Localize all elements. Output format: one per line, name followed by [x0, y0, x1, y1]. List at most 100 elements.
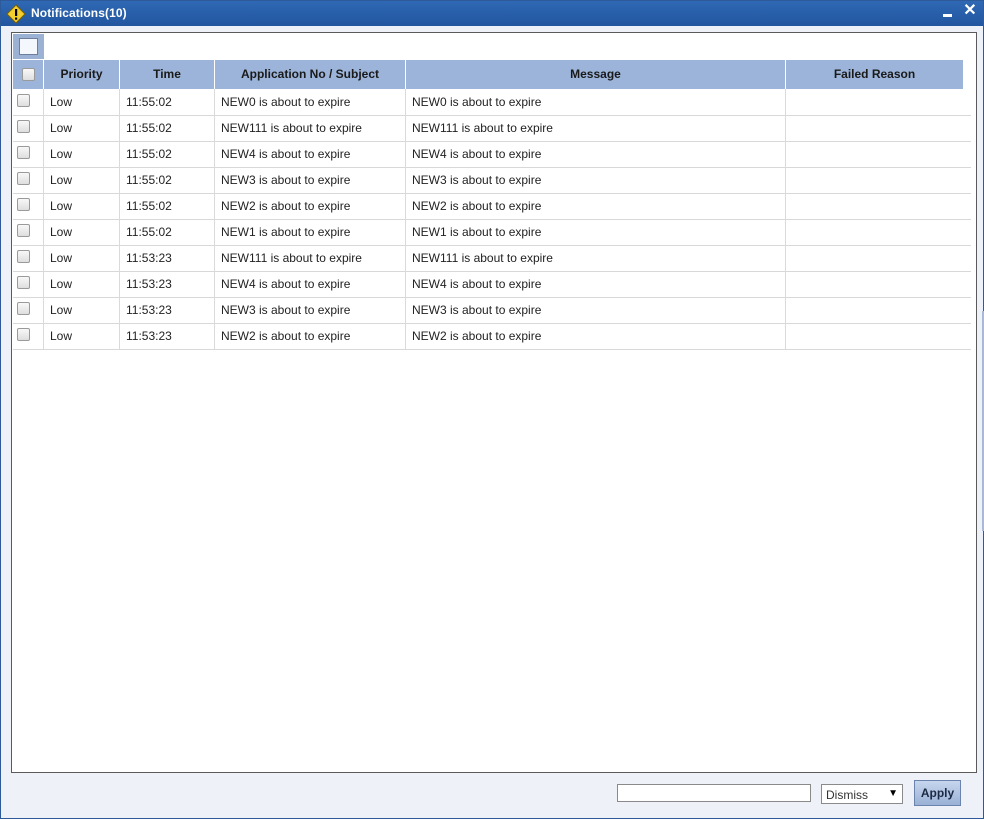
- cell-time: 11:53:23: [120, 323, 215, 349]
- row-checkbox[interactable]: [17, 172, 30, 185]
- cell-time: 11:55:02: [120, 167, 215, 193]
- cell-checkbox: [13, 219, 44, 245]
- notifications-window: Notifications(10) ✕ Priority Time Applic…: [0, 0, 984, 819]
- row-checkbox[interactable]: [17, 276, 30, 289]
- cell-failed-reason: [786, 89, 971, 115]
- cell-priority: Low: [44, 141, 120, 167]
- cell-failed-reason: [786, 323, 971, 349]
- cell-subject: NEW4 is about to expire: [215, 271, 406, 297]
- cell-priority: Low: [44, 323, 120, 349]
- select-all-toggle[interactable]: [19, 38, 38, 55]
- row-checkbox[interactable]: [17, 328, 30, 341]
- cell-time: 11:55:02: [120, 193, 215, 219]
- cell-time: 11:53:23: [120, 245, 215, 271]
- row-checkbox[interactable]: [17, 250, 30, 263]
- cell-subject: NEW111 is about to expire: [215, 115, 406, 141]
- cell-subject: NEW1 is about to expire: [215, 219, 406, 245]
- cell-checkbox: [13, 89, 44, 115]
- table-row[interactable]: Low 11:53:23 NEW4 is about to expire NEW4 i…: [13, 271, 971, 298]
- window-title: Notifications(10): [31, 6, 127, 20]
- notifications-panel: Priority Time Application No / Subject M…: [11, 32, 977, 773]
- header-subject[interactable]: Application No / Subject: [215, 60, 406, 89]
- cell-time: 11:55:02: [120, 219, 215, 245]
- cell-checkbox: [13, 245, 44, 271]
- cell-priority: Low: [44, 89, 120, 115]
- table-row[interactable]: Low 11:55:02 NEW3 is about to expire NEW3 i…: [13, 167, 971, 194]
- table-row[interactable]: Low 11:55:02 NEW111 is about to expire NEW1…: [13, 115, 971, 142]
- table-row[interactable]: Low 11:55:02 NEW2 is about to expire NEW2 i…: [13, 193, 971, 220]
- row-checkbox[interactable]: [17, 302, 30, 315]
- table-row[interactable]: Low 11:55:02 NEW4 is about to expire NEW4 i…: [13, 141, 971, 168]
- action-select-value: Dismiss: [826, 788, 868, 802]
- cell-checkbox: [13, 297, 44, 323]
- cell-priority: Low: [44, 271, 120, 297]
- cell-message: NEW3 is about to expire: [406, 297, 786, 323]
- header-message[interactable]: Message: [406, 60, 786, 89]
- cell-message: NEW3 is about to expire: [406, 167, 786, 193]
- cell-failed-reason: [786, 245, 971, 271]
- cell-failed-reason: [786, 193, 971, 219]
- action-select[interactable]: Dismiss ▼: [821, 784, 903, 804]
- cell-time: 11:55:02: [120, 115, 215, 141]
- cell-checkbox: [13, 323, 44, 349]
- header-checkbox[interactable]: [22, 68, 35, 81]
- cell-subject: NEW2 is about to expire: [215, 193, 406, 219]
- cell-message: NEW111 is about to expire: [406, 115, 786, 141]
- row-checkbox[interactable]: [17, 94, 30, 107]
- cell-subject: NEW3 is about to expire: [215, 297, 406, 323]
- table-row[interactable]: Low 11:53:23 NEW2 is about to expire NEW2 i…: [13, 323, 971, 350]
- cell-message: NEW4 is about to expire: [406, 141, 786, 167]
- cell-subject: NEW0 is about to expire: [215, 89, 406, 115]
- cell-failed-reason: [786, 141, 971, 167]
- minimize-button[interactable]: [941, 4, 955, 20]
- cell-time: 11:55:02: [120, 89, 215, 115]
- cell-failed-reason: [786, 271, 971, 297]
- footer-text-input[interactable]: [617, 784, 811, 802]
- dropdown-arrow-icon: ▼: [888, 788, 898, 799]
- cell-failed-reason: [786, 219, 971, 245]
- cell-checkbox: [13, 271, 44, 297]
- cell-subject: NEW2 is about to expire: [215, 323, 406, 349]
- row-checkbox[interactable]: [17, 198, 30, 211]
- toolbar: [13, 34, 44, 59]
- table-row[interactable]: Low 11:55:02 NEW1 is about to expire NEW1 i…: [13, 219, 971, 246]
- row-checkbox[interactable]: [17, 224, 30, 237]
- row-checkbox[interactable]: [17, 146, 30, 159]
- cell-checkbox: [13, 115, 44, 141]
- cell-failed-reason: [786, 167, 971, 193]
- table-header: Priority Time Application No / Subject M…: [13, 60, 963, 89]
- cell-time: 11:53:23: [120, 271, 215, 297]
- header-priority[interactable]: Priority: [44, 60, 120, 89]
- table-row[interactable]: Low 11:53:23 NEW3 is about to expire NEW3 i…: [13, 297, 971, 324]
- cell-priority: Low: [44, 193, 120, 219]
- cell-message: NEW111 is about to expire: [406, 245, 786, 271]
- table-row[interactable]: Low 11:53:23 NEW111 is about to expire NEW1…: [13, 245, 971, 272]
- apply-button[interactable]: Apply: [914, 780, 961, 806]
- cell-time: 11:55:02: [120, 141, 215, 167]
- cell-message: NEW2 is about to expire: [406, 193, 786, 219]
- cell-failed-reason: [786, 297, 971, 323]
- row-checkbox[interactable]: [17, 120, 30, 133]
- header-time[interactable]: Time: [120, 60, 215, 89]
- title-bar[interactable]: Notifications(10) ✕: [1, 1, 983, 26]
- cell-subject: NEW3 is about to expire: [215, 167, 406, 193]
- minimize-icon: [943, 14, 952, 17]
- cell-priority: Low: [44, 115, 120, 141]
- table-row[interactable]: Low 11:55:02 NEW0 is about to expire NEW0 i…: [13, 89, 971, 116]
- cell-subject: NEW111 is about to expire: [215, 245, 406, 271]
- warning-icon: [6, 4, 26, 24]
- cell-priority: Low: [44, 245, 120, 271]
- cell-message: NEW4 is about to expire: [406, 271, 786, 297]
- close-button[interactable]: ✕: [962, 2, 978, 20]
- cell-priority: Low: [44, 167, 120, 193]
- header-checkbox-cell: [13, 60, 44, 89]
- cell-checkbox: [13, 141, 44, 167]
- header-failed-reason[interactable]: Failed Reason: [786, 60, 963, 89]
- cell-priority: Low: [44, 297, 120, 323]
- cell-message: NEW0 is about to expire: [406, 89, 786, 115]
- cell-failed-reason: [786, 115, 971, 141]
- cell-time: 11:53:23: [120, 297, 215, 323]
- cell-checkbox: [13, 193, 44, 219]
- cell-message: NEW2 is about to expire: [406, 323, 786, 349]
- cell-message: NEW1 is about to expire: [406, 219, 786, 245]
